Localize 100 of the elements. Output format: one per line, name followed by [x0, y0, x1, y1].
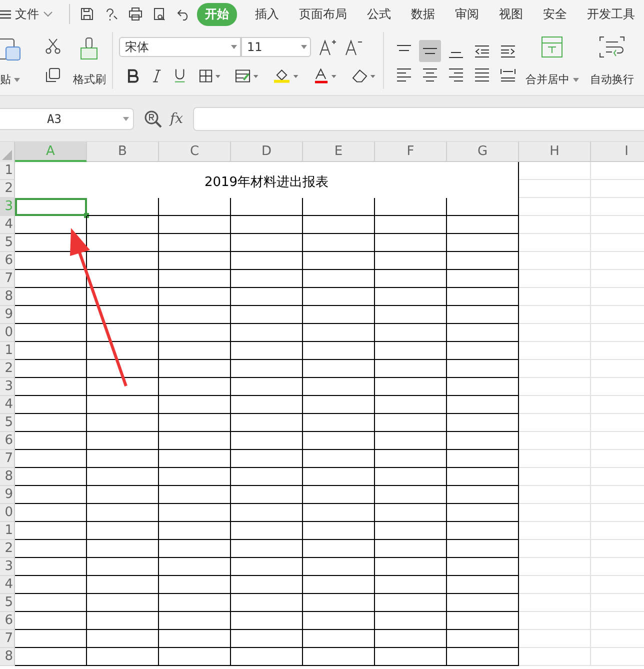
row-header[interactable]: 2 — [0, 360, 15, 378]
column-header[interactable]: E — [303, 142, 375, 162]
table-cell — [303, 414, 375, 432]
column-header[interactable]: C — [159, 142, 231, 162]
row-header[interactable]: 6 — [0, 612, 15, 630]
row-header[interactable]: 1 — [0, 522, 15, 540]
table-cell — [303, 594, 375, 612]
row-header[interactable]: 5 — [0, 234, 15, 252]
decrease-font-icon[interactable] — [345, 38, 363, 56]
table-cell — [87, 378, 159, 396]
row-header[interactable]: 8 — [0, 648, 15, 666]
row-header[interactable]: 6 — [0, 252, 15, 270]
row-header[interactable]: 2 — [0, 180, 15, 198]
table-cell — [447, 612, 519, 630]
merge-center-button[interactable]: 合并居中 — [522, 32, 582, 89]
row-header[interactable]: 1 — [0, 342, 15, 360]
table-cell — [375, 540, 447, 558]
row-header[interactable]: 4 — [0, 576, 15, 594]
column-header[interactable]: D — [231, 142, 303, 162]
menu-tab[interactable]: 开始 — [197, 2, 237, 26]
table-cell — [231, 540, 303, 558]
conditional-format-icon[interactable] — [235, 68, 260, 83]
distributed-icon[interactable] — [500, 68, 516, 82]
justify-icon[interactable] — [474, 68, 490, 82]
print-icon[interactable] — [128, 7, 143, 21]
column-header[interactable]: I — [591, 142, 644, 162]
bold-icon[interactable] — [127, 68, 139, 83]
table-cell — [375, 468, 447, 486]
table-cell — [159, 432, 231, 450]
underline-icon[interactable] — [174, 68, 186, 84]
row-header[interactable]: 0 — [0, 324, 15, 342]
save-icon[interactable] — [80, 7, 94, 21]
name-box[interactable]: A3 — [0, 108, 134, 130]
table-cell — [375, 342, 447, 360]
menu-tab[interactable]: 插入 — [247, 2, 287, 26]
align-button[interactable] — [419, 40, 441, 62]
row-header[interactable]: 6 — [0, 432, 15, 450]
align-right-icon[interactable] — [448, 68, 464, 82]
table-cell — [303, 396, 375, 414]
copy-icon[interactable] — [45, 66, 62, 83]
wrap-text-button[interactable]: 自动换行 — [586, 32, 638, 89]
font-color-icon[interactable] — [314, 68, 339, 84]
empty-cell — [519, 450, 591, 468]
menu-icon[interactable] — [0, 10, 11, 18]
eraser-icon[interactable] — [352, 68, 377, 84]
scissors-icon[interactable] — [45, 38, 62, 54]
table-cell — [303, 486, 375, 504]
function-label[interactable]: fx — [170, 110, 184, 126]
column-header[interactable]: G — [447, 142, 519, 162]
row-header[interactable]: 3 — [0, 378, 15, 396]
row-header[interactable]: 9 — [0, 486, 15, 504]
align-center-icon[interactable] — [422, 68, 438, 82]
menu-tab[interactable]: 公式 — [359, 2, 399, 26]
row-header[interactable]: 8 — [0, 288, 15, 306]
row-header[interactable]: 5 — [0, 594, 15, 612]
row-header[interactable]: 9 — [0, 306, 15, 324]
row-header[interactable]: 7 — [0, 450, 15, 468]
row-header[interactable]: 0 — [0, 504, 15, 522]
menu-tab[interactable]: 开发工具 — [579, 2, 643, 26]
column-header[interactable]: H — [519, 142, 591, 162]
table-cell — [375, 396, 447, 414]
increase-font-icon[interactable] — [319, 38, 337, 56]
column-header[interactable]: F — [375, 142, 447, 162]
row-header[interactable]: 1 — [0, 162, 15, 180]
font-size-dropdown[interactable]: 11 — [241, 37, 311, 58]
table-cell — [447, 648, 519, 666]
table-cell — [303, 270, 375, 288]
row-header[interactable]: 3 — [0, 558, 15, 576]
row-header[interactable]: 8 — [0, 468, 15, 486]
table-cell — [15, 432, 87, 450]
table-cell — [375, 288, 447, 306]
table-cell — [447, 360, 519, 378]
chevron-icon[interactable] — [43, 11, 53, 17]
formula-input[interactable] — [193, 106, 644, 130]
table-cell — [87, 270, 159, 288]
row-header[interactable]: 7 — [0, 630, 15, 648]
align-left-icon[interactable] — [396, 68, 412, 82]
empty-cell — [519, 378, 591, 396]
column-header[interactable]: B — [87, 142, 159, 162]
format-painter-button[interactable]: 格式刷 — [72, 32, 106, 89]
row-header[interactable]: 4 — [0, 396, 15, 414]
file-menu-label[interactable]: 文件 — [15, 6, 39, 22]
menu-tab[interactable]: 视图 — [491, 2, 531, 26]
menu-tab[interactable]: 页面布局 — [291, 2, 355, 26]
row-header[interactable]: 2 — [0, 540, 15, 558]
print-preview-icon[interactable] — [153, 7, 167, 21]
menu-tab[interactable]: 审阅 — [447, 2, 487, 26]
empty-cell — [519, 288, 591, 306]
borders-icon[interactable] — [198, 68, 222, 83]
table-cell — [303, 306, 375, 324]
row-header[interactable]: 7 — [0, 270, 15, 288]
row-header[interactable]: 4 — [0, 216, 15, 234]
menu-tab[interactable]: 数据 — [403, 2, 443, 26]
row-header[interactable]: 5 — [0, 414, 15, 432]
font-name-dropdown[interactable]: 宋体 — [119, 37, 241, 58]
zoom-icon[interactable] — [144, 110, 162, 128]
menu-tab[interactable]: 安全 — [535, 2, 575, 26]
fill-color-icon[interactable] — [273, 68, 301, 84]
italic-icon[interactable] — [152, 68, 162, 83]
paste-button[interactable]: 贴 — [0, 32, 22, 89]
